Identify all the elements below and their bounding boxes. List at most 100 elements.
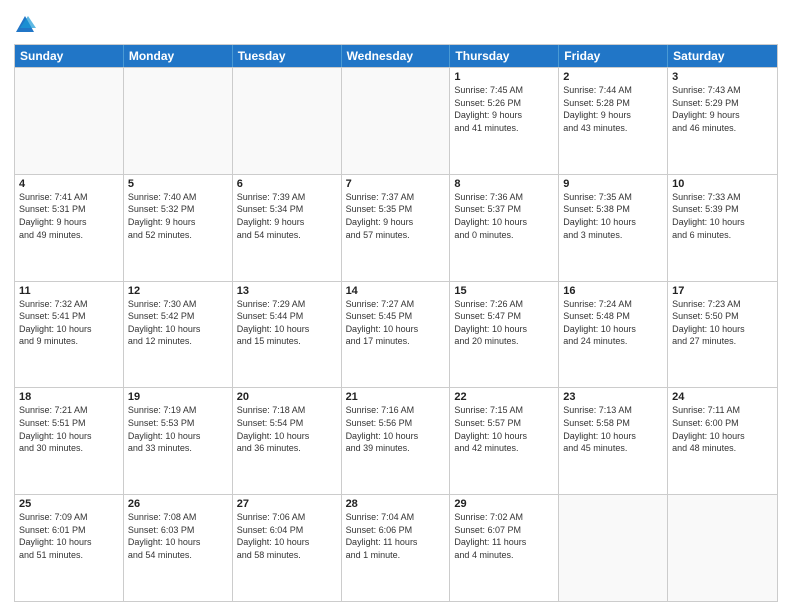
- day-info: Sunrise: 7:02 AM Sunset: 6:07 PM Dayligh…: [454, 511, 554, 561]
- day-info: Sunrise: 7:08 AM Sunset: 6:03 PM Dayligh…: [128, 511, 228, 561]
- cal-cell-day-29: 29Sunrise: 7:02 AM Sunset: 6:07 PM Dayli…: [450, 495, 559, 601]
- calendar: SundayMondayTuesdayWednesdayThursdayFrid…: [14, 44, 778, 602]
- cal-header-tuesday: Tuesday: [233, 45, 342, 67]
- day-info: Sunrise: 7:23 AM Sunset: 5:50 PM Dayligh…: [672, 298, 773, 348]
- header: [14, 10, 778, 36]
- cal-header-sunday: Sunday: [15, 45, 124, 67]
- cal-cell-empty: [124, 68, 233, 174]
- cal-week-3: 18Sunrise: 7:21 AM Sunset: 5:51 PM Dayli…: [15, 387, 777, 494]
- day-info: Sunrise: 7:15 AM Sunset: 5:57 PM Dayligh…: [454, 404, 554, 454]
- day-info: Sunrise: 7:32 AM Sunset: 5:41 PM Dayligh…: [19, 298, 119, 348]
- cal-cell-day-4: 4Sunrise: 7:41 AM Sunset: 5:31 PM Daylig…: [15, 175, 124, 281]
- day-number: 8: [454, 178, 554, 190]
- logo: [14, 14, 38, 36]
- day-info: Sunrise: 7:16 AM Sunset: 5:56 PM Dayligh…: [346, 404, 446, 454]
- cal-cell-day-13: 13Sunrise: 7:29 AM Sunset: 5:44 PM Dayli…: [233, 282, 342, 388]
- cal-cell-day-15: 15Sunrise: 7:26 AM Sunset: 5:47 PM Dayli…: [450, 282, 559, 388]
- page: SundayMondayTuesdayWednesdayThursdayFrid…: [0, 0, 792, 612]
- day-number: 18: [19, 391, 119, 403]
- cal-cell-day-2: 2Sunrise: 7:44 AM Sunset: 5:28 PM Daylig…: [559, 68, 668, 174]
- cal-week-1: 4Sunrise: 7:41 AM Sunset: 5:31 PM Daylig…: [15, 174, 777, 281]
- day-number: 6: [237, 178, 337, 190]
- day-info: Sunrise: 7:33 AM Sunset: 5:39 PM Dayligh…: [672, 191, 773, 241]
- cal-cell-day-21: 21Sunrise: 7:16 AM Sunset: 5:56 PM Dayli…: [342, 388, 451, 494]
- day-number: 1: [454, 71, 554, 83]
- cal-cell-day-19: 19Sunrise: 7:19 AM Sunset: 5:53 PM Dayli…: [124, 388, 233, 494]
- cal-cell-day-3: 3Sunrise: 7:43 AM Sunset: 5:29 PM Daylig…: [668, 68, 777, 174]
- cal-cell-day-22: 22Sunrise: 7:15 AM Sunset: 5:57 PM Dayli…: [450, 388, 559, 494]
- day-number: 11: [19, 285, 119, 297]
- day-number: 17: [672, 285, 773, 297]
- cal-header-monday: Monday: [124, 45, 233, 67]
- cal-header-saturday: Saturday: [668, 45, 777, 67]
- day-number: 5: [128, 178, 228, 190]
- day-number: 20: [237, 391, 337, 403]
- cal-cell-day-14: 14Sunrise: 7:27 AM Sunset: 5:45 PM Dayli…: [342, 282, 451, 388]
- cal-week-2: 11Sunrise: 7:32 AM Sunset: 5:41 PM Dayli…: [15, 281, 777, 388]
- day-info: Sunrise: 7:41 AM Sunset: 5:31 PM Dayligh…: [19, 191, 119, 241]
- day-info: Sunrise: 7:04 AM Sunset: 6:06 PM Dayligh…: [346, 511, 446, 561]
- cal-cell-day-27: 27Sunrise: 7:06 AM Sunset: 6:04 PM Dayli…: [233, 495, 342, 601]
- day-info: Sunrise: 7:18 AM Sunset: 5:54 PM Dayligh…: [237, 404, 337, 454]
- cal-cell-day-18: 18Sunrise: 7:21 AM Sunset: 5:51 PM Dayli…: [15, 388, 124, 494]
- day-number: 13: [237, 285, 337, 297]
- day-number: 24: [672, 391, 773, 403]
- cal-cell-day-28: 28Sunrise: 7:04 AM Sunset: 6:06 PM Dayli…: [342, 495, 451, 601]
- day-info: Sunrise: 7:21 AM Sunset: 5:51 PM Dayligh…: [19, 404, 119, 454]
- cal-header-friday: Friday: [559, 45, 668, 67]
- cal-week-4: 25Sunrise: 7:09 AM Sunset: 6:01 PM Dayli…: [15, 494, 777, 601]
- day-info: Sunrise: 7:30 AM Sunset: 5:42 PM Dayligh…: [128, 298, 228, 348]
- day-number: 21: [346, 391, 446, 403]
- cal-cell-day-25: 25Sunrise: 7:09 AM Sunset: 6:01 PM Dayli…: [15, 495, 124, 601]
- day-number: 27: [237, 498, 337, 510]
- day-info: Sunrise: 7:36 AM Sunset: 5:37 PM Dayligh…: [454, 191, 554, 241]
- day-number: 2: [563, 71, 663, 83]
- day-info: Sunrise: 7:40 AM Sunset: 5:32 PM Dayligh…: [128, 191, 228, 241]
- day-info: Sunrise: 7:27 AM Sunset: 5:45 PM Dayligh…: [346, 298, 446, 348]
- cal-cell-day-12: 12Sunrise: 7:30 AM Sunset: 5:42 PM Dayli…: [124, 282, 233, 388]
- cal-cell-day-9: 9Sunrise: 7:35 AM Sunset: 5:38 PM Daylig…: [559, 175, 668, 281]
- day-info: Sunrise: 7:39 AM Sunset: 5:34 PM Dayligh…: [237, 191, 337, 241]
- day-number: 29: [454, 498, 554, 510]
- cal-week-0: 1Sunrise: 7:45 AM Sunset: 5:26 PM Daylig…: [15, 67, 777, 174]
- day-info: Sunrise: 7:29 AM Sunset: 5:44 PM Dayligh…: [237, 298, 337, 348]
- day-info: Sunrise: 7:09 AM Sunset: 6:01 PM Dayligh…: [19, 511, 119, 561]
- day-number: 28: [346, 498, 446, 510]
- day-number: 23: [563, 391, 663, 403]
- day-info: Sunrise: 7:35 AM Sunset: 5:38 PM Dayligh…: [563, 191, 663, 241]
- cal-cell-day-20: 20Sunrise: 7:18 AM Sunset: 5:54 PM Dayli…: [233, 388, 342, 494]
- cal-cell-empty: [342, 68, 451, 174]
- cal-cell-empty: [668, 495, 777, 601]
- day-number: 9: [563, 178, 663, 190]
- cal-cell-day-11: 11Sunrise: 7:32 AM Sunset: 5:41 PM Dayli…: [15, 282, 124, 388]
- cal-cell-day-5: 5Sunrise: 7:40 AM Sunset: 5:32 PM Daylig…: [124, 175, 233, 281]
- day-info: Sunrise: 7:45 AM Sunset: 5:26 PM Dayligh…: [454, 84, 554, 134]
- day-number: 4: [19, 178, 119, 190]
- day-number: 26: [128, 498, 228, 510]
- day-info: Sunrise: 7:19 AM Sunset: 5:53 PM Dayligh…: [128, 404, 228, 454]
- cal-cell-day-1: 1Sunrise: 7:45 AM Sunset: 5:26 PM Daylig…: [450, 68, 559, 174]
- cal-cell-day-7: 7Sunrise: 7:37 AM Sunset: 5:35 PM Daylig…: [342, 175, 451, 281]
- cal-header-thursday: Thursday: [450, 45, 559, 67]
- day-number: 22: [454, 391, 554, 403]
- day-info: Sunrise: 7:13 AM Sunset: 5:58 PM Dayligh…: [563, 404, 663, 454]
- day-info: Sunrise: 7:24 AM Sunset: 5:48 PM Dayligh…: [563, 298, 663, 348]
- day-info: Sunrise: 7:11 AM Sunset: 6:00 PM Dayligh…: [672, 404, 773, 454]
- day-info: Sunrise: 7:37 AM Sunset: 5:35 PM Dayligh…: [346, 191, 446, 241]
- day-number: 7: [346, 178, 446, 190]
- day-number: 14: [346, 285, 446, 297]
- cal-cell-day-16: 16Sunrise: 7:24 AM Sunset: 5:48 PM Dayli…: [559, 282, 668, 388]
- cal-cell-day-26: 26Sunrise: 7:08 AM Sunset: 6:03 PM Dayli…: [124, 495, 233, 601]
- cal-cell-empty: [233, 68, 342, 174]
- cal-cell-day-17: 17Sunrise: 7:23 AM Sunset: 5:50 PM Dayli…: [668, 282, 777, 388]
- day-info: Sunrise: 7:44 AM Sunset: 5:28 PM Dayligh…: [563, 84, 663, 134]
- cal-cell-day-24: 24Sunrise: 7:11 AM Sunset: 6:00 PM Dayli…: [668, 388, 777, 494]
- cal-cell-day-6: 6Sunrise: 7:39 AM Sunset: 5:34 PM Daylig…: [233, 175, 342, 281]
- day-number: 25: [19, 498, 119, 510]
- day-info: Sunrise: 7:06 AM Sunset: 6:04 PM Dayligh…: [237, 511, 337, 561]
- cal-header-wednesday: Wednesday: [342, 45, 451, 67]
- cal-cell-day-8: 8Sunrise: 7:36 AM Sunset: 5:37 PM Daylig…: [450, 175, 559, 281]
- cal-cell-empty: [15, 68, 124, 174]
- calendar-header: SundayMondayTuesdayWednesdayThursdayFrid…: [15, 45, 777, 67]
- day-number: 3: [672, 71, 773, 83]
